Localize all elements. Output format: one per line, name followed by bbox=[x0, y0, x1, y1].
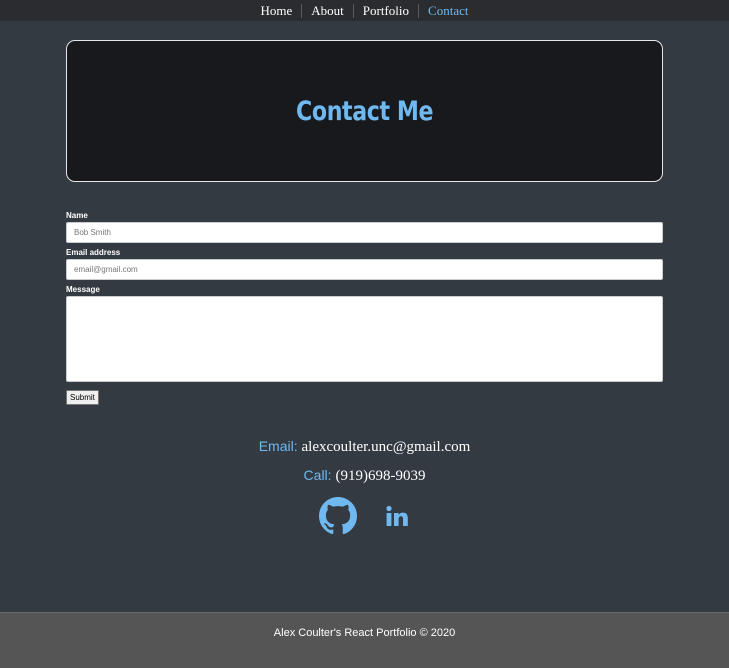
page-footer: Alex Coulter's React Portfolio © 2020 bbox=[0, 612, 729, 668]
call-line: Call: (919)698-9039 bbox=[0, 467, 729, 485]
email-label: Email address bbox=[66, 248, 121, 257]
call-value[interactable]: (919)698-9039 bbox=[335, 468, 425, 484]
name-label: Name bbox=[66, 211, 88, 220]
linkedin-icon[interactable] bbox=[381, 501, 411, 536]
nav-link-home[interactable]: Home bbox=[252, 3, 302, 18]
name-input[interactable] bbox=[66, 222, 663, 243]
footer-text: Alex Coulter's React Portfolio © 2020 bbox=[273, 627, 456, 639]
top-navbar: Home About Portfolio Contact bbox=[0, 0, 729, 21]
hero-banner: Contact Me bbox=[66, 40, 663, 182]
social-links bbox=[0, 497, 729, 540]
message-textarea[interactable] bbox=[66, 296, 663, 382]
email-value[interactable]: alexcoulter.unc@gmail.com bbox=[302, 439, 471, 455]
message-label: Message bbox=[66, 285, 100, 294]
nav-link-contact[interactable]: Contact bbox=[418, 3, 477, 18]
contact-form: Name Email address Message Submit bbox=[66, 210, 663, 405]
github-icon[interactable] bbox=[318, 497, 357, 540]
email-input[interactable] bbox=[66, 259, 663, 280]
call-key: Call: bbox=[303, 467, 332, 483]
nav-link-about[interactable]: About bbox=[301, 3, 353, 18]
nav-link-portfolio[interactable]: Portfolio bbox=[352, 3, 418, 18]
submit-button[interactable]: Submit bbox=[66, 390, 99, 405]
email-line: Email: alexcoulter.unc@gmail.com bbox=[0, 438, 729, 456]
email-key: Email: bbox=[258, 438, 298, 454]
page-title: Contact Me bbox=[295, 95, 434, 127]
